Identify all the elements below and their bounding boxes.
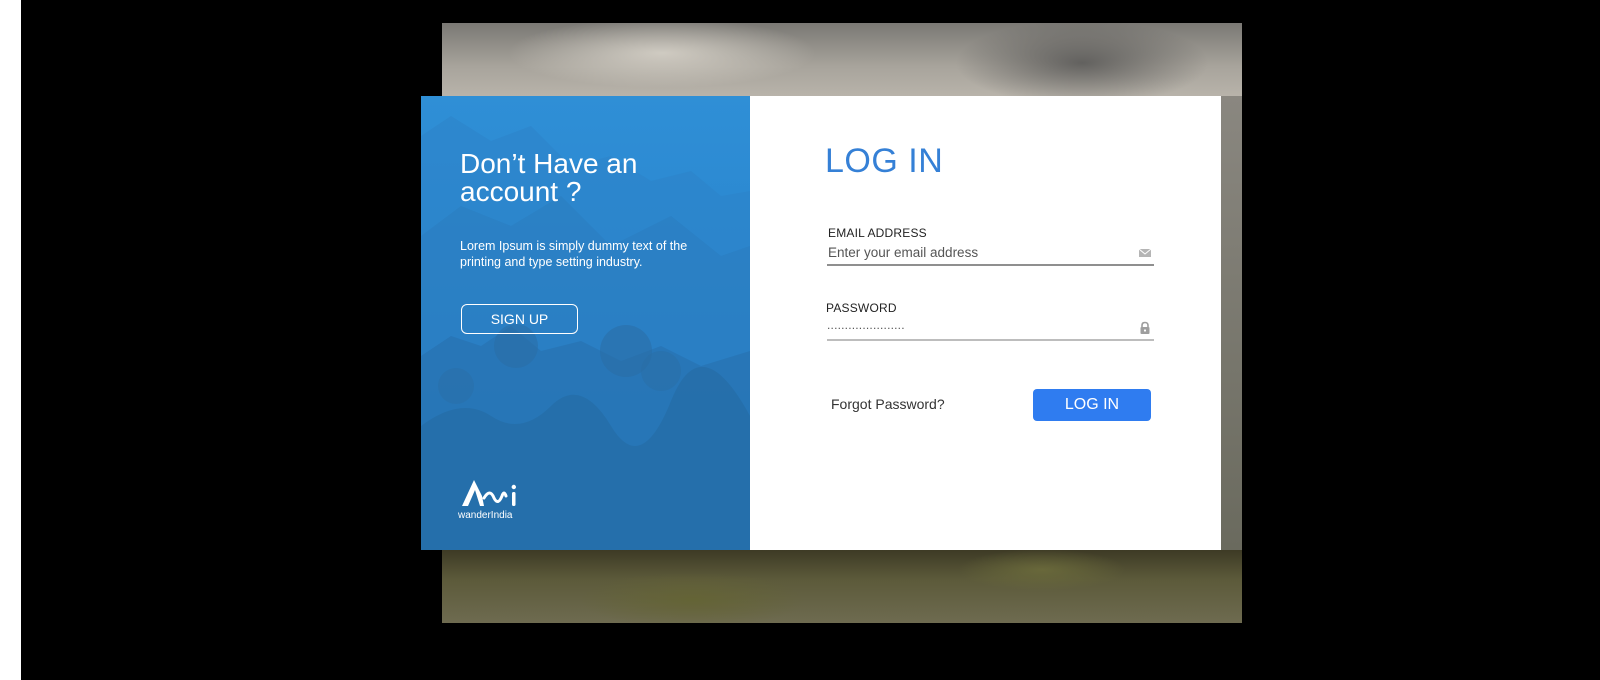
envelope-icon <box>1138 248 1152 257</box>
login-heading: LOG IN <box>825 142 944 180</box>
brand-logo: wanderIndia <box>458 476 528 526</box>
forgot-password-link[interactable]: Forgot Password? <box>831 396 945 412</box>
signup-heading: Don’t Have an account ? <box>460 148 638 207</box>
log-in-button[interactable]: LOG IN <box>1033 389 1151 421</box>
ground-area <box>442 550 1242 623</box>
password-label: PASSWORD <box>826 301 897 315</box>
lock-icon <box>1140 321 1150 334</box>
login-panel: LOG IN EMAIL ADDRESS PASSWORD ..........… <box>750 96 1221 550</box>
email-field-wrapper <box>827 242 1154 266</box>
sky-area <box>442 23 1242 96</box>
email-input[interactable] <box>828 242 1123 262</box>
password-field-wrapper[interactable]: ...................... <box>827 317 1154 341</box>
password-input[interactable]: ...................... <box>827 318 905 332</box>
wanderindia-logo-icon <box>462 480 516 506</box>
signup-description: Lorem Ipsum is simply dummy text of the … <box>460 239 688 269</box>
login-card: Don’t Have an account ? Lorem Ipsum is s… <box>421 96 1221 550</box>
sign-up-button[interactable]: SIGN UP <box>461 304 578 334</box>
brand-name: wanderIndia <box>458 510 513 521</box>
signup-panel: Don’t Have an account ? Lorem Ipsum is s… <box>421 96 750 550</box>
email-label: EMAIL ADDRESS <box>828 226 927 240</box>
